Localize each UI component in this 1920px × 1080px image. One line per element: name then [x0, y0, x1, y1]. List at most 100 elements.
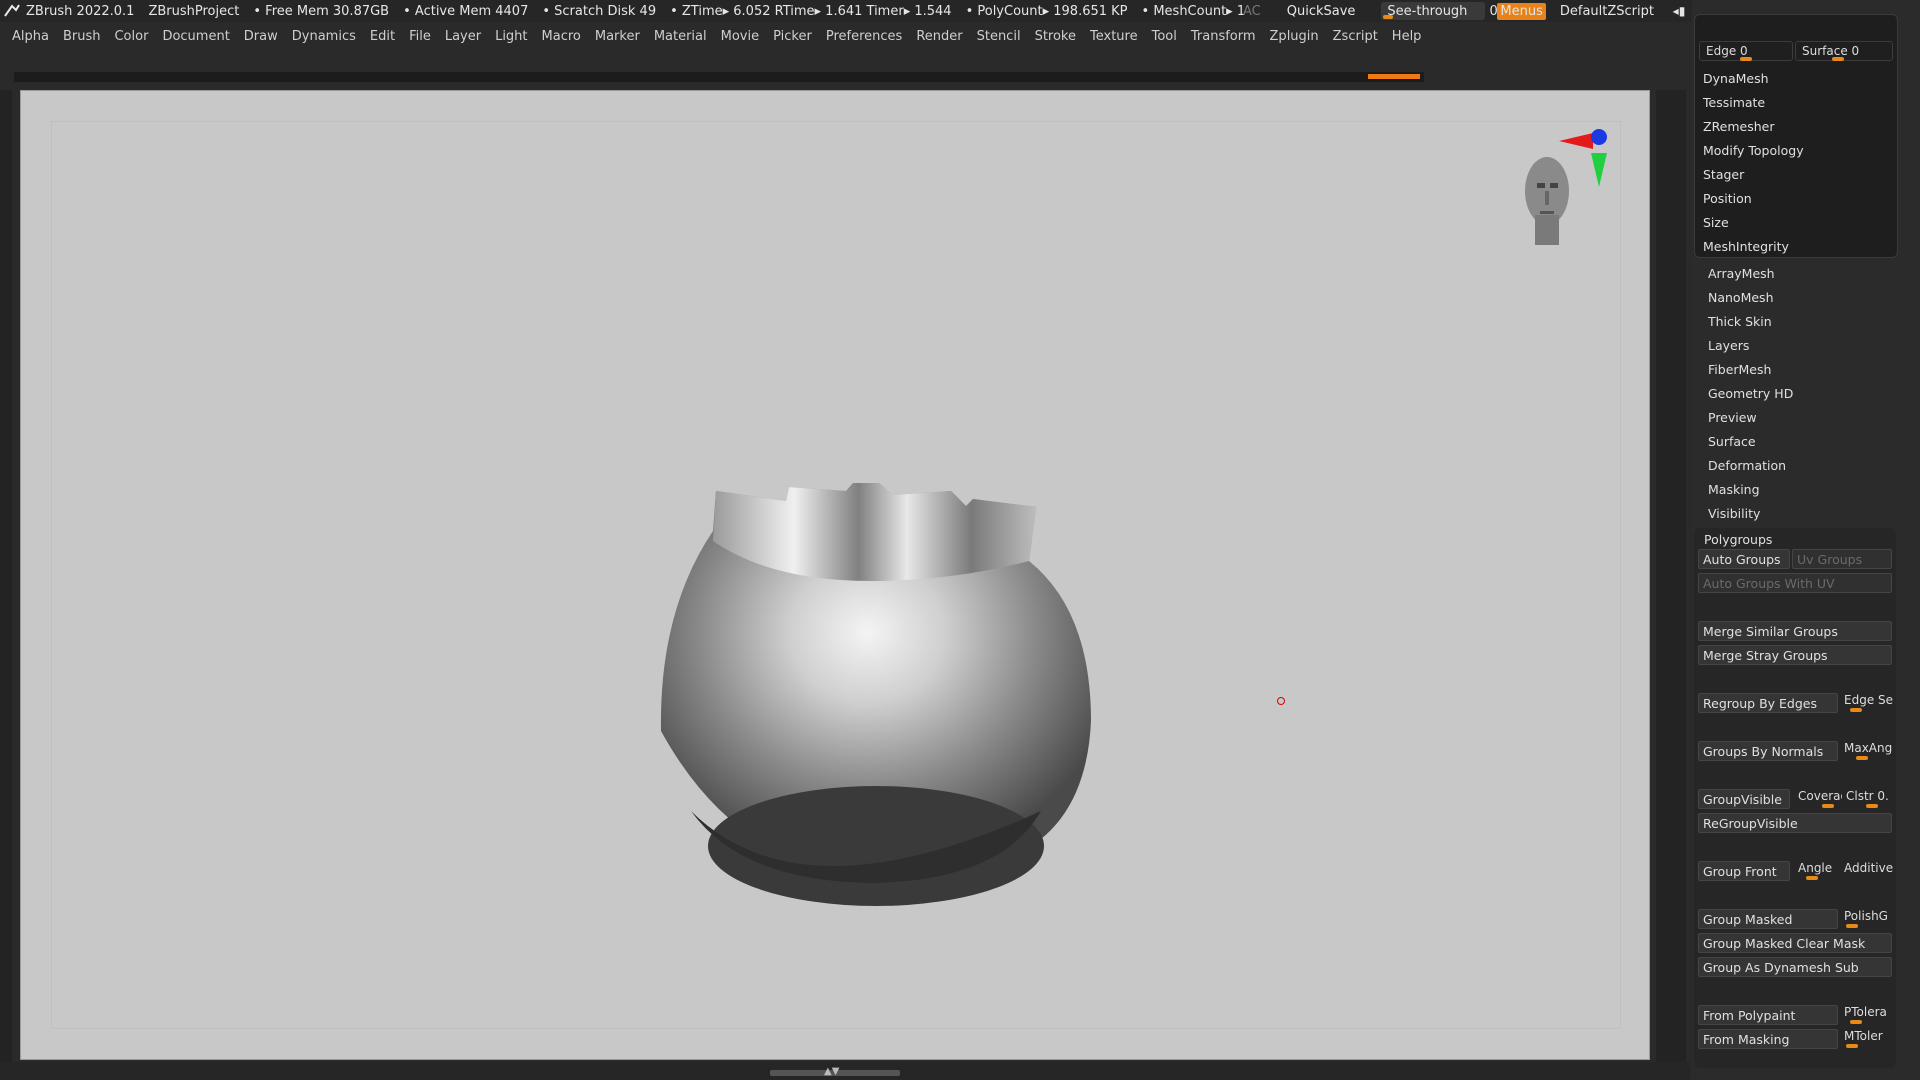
regroup-visible-button[interactable]: ReGroupVisible	[1698, 813, 1892, 833]
menu-layer[interactable]: Layer	[445, 29, 481, 44]
coverage-knob[interactable]	[1822, 804, 1834, 808]
merge-stray-groups-button[interactable]: Merge Stray Groups	[1698, 645, 1892, 665]
auto-groups-with-uv-button[interactable]: Auto Groups With UV	[1698, 573, 1892, 593]
group-masked-clear-mask-button[interactable]: Group Masked Clear Mask	[1698, 933, 1892, 953]
right-tray-strip[interactable]	[1656, 90, 1686, 1070]
menus-button[interactable]: Menus	[1497, 2, 1546, 20]
menu-transform[interactable]: Transform	[1191, 29, 1256, 44]
topology-item-modify-topology[interactable]: Modify Topology	[1703, 143, 1804, 158]
subpalette-preview[interactable]: Preview	[1708, 410, 1757, 425]
menu-help[interactable]: Help	[1392, 29, 1422, 44]
ac-label[interactable]: AC	[1243, 4, 1261, 19]
title-bar: ZBrush 2022.0.1 ZBrushProject • Free Mem…	[0, 0, 1920, 22]
subpalette-deformation[interactable]: Deformation	[1708, 458, 1786, 473]
expand-arrow-icon[interactable]: ▲▼	[824, 1066, 839, 1077]
subpalette-layers[interactable]: Layers	[1708, 338, 1749, 353]
mesh-vase-model[interactable]	[621, 391, 1181, 911]
menu-zscript[interactable]: Zscript	[1333, 29, 1378, 44]
merge-similar-groups-button[interactable]: Merge Similar Groups	[1698, 621, 1892, 641]
menu-macro[interactable]: Macro	[542, 29, 581, 44]
subpalette-visibility[interactable]: Visibility	[1708, 506, 1760, 521]
edge-slider[interactable]: Edge 0	[1699, 41, 1793, 61]
head-icon[interactable]	[1525, 157, 1569, 245]
angle-knob[interactable]	[1806, 876, 1818, 880]
angle-slider[interactable]: Angle	[1798, 861, 1838, 875]
topology-item-size[interactable]: Size	[1703, 215, 1729, 230]
from-masking-button[interactable]: From Masking	[1698, 1029, 1838, 1049]
seethrough-slider[interactable]: See-through 0	[1381, 2, 1498, 20]
polish-groups-slider[interactable]: PolishG	[1844, 909, 1894, 923]
menu-stroke[interactable]: Stroke	[1035, 29, 1076, 44]
mask-tolerance-knob[interactable]	[1846, 1044, 1858, 1048]
polygroups-title[interactable]: Polygroups	[1704, 532, 1772, 547]
cluster-knob[interactable]	[1866, 804, 1878, 808]
canvas-viewport[interactable]	[20, 90, 1650, 1060]
polypaint-tolerance-slider[interactable]: PTolera	[1844, 1005, 1894, 1019]
cluster-slider[interactable]: Clstr 0.	[1846, 789, 1892, 803]
menu-document[interactable]: Document	[162, 29, 229, 44]
left-tray-strip[interactable]	[0, 90, 12, 1070]
menu-zplugin[interactable]: Zplugin	[1270, 29, 1319, 44]
menu-texture[interactable]: Texture	[1090, 29, 1138, 44]
z-axis-ball[interactable]	[1591, 129, 1607, 145]
menu-light[interactable]: Light	[495, 29, 527, 44]
menu-file[interactable]: File	[409, 29, 431, 44]
groups-by-normals-button[interactable]: Groups By Normals	[1698, 741, 1838, 761]
topology-item-dynamesh[interactable]: DynaMesh	[1703, 71, 1769, 86]
subpalette-fibermesh[interactable]: FiberMesh	[1708, 362, 1771, 377]
group-visible-button[interactable]: GroupVisible	[1698, 789, 1790, 809]
menu-movie[interactable]: Movie	[721, 29, 759, 44]
menu-tool[interactable]: Tool	[1152, 29, 1177, 44]
auto-groups-button[interactable]: Auto Groups	[1698, 549, 1790, 569]
uv-groups-button[interactable]: Uv Groups	[1792, 549, 1892, 569]
from-polypaint-button[interactable]: From Polypaint	[1698, 1005, 1838, 1025]
y-axis-arrow[interactable]	[1591, 153, 1607, 187]
menu-draw[interactable]: Draw	[244, 29, 278, 44]
group-front-button[interactable]: Group Front	[1698, 861, 1790, 881]
subpalette-surface[interactable]: Surface	[1708, 434, 1756, 449]
seethrough-knob[interactable]	[1383, 15, 1394, 19]
maxangle-knob[interactable]	[1856, 756, 1868, 760]
group-masked-button[interactable]: Group Masked	[1698, 909, 1838, 929]
quicksave-button[interactable]: QuickSave	[1287, 4, 1356, 19]
edge-slider-knob[interactable]	[1740, 57, 1752, 61]
polish-groups-knob[interactable]	[1846, 924, 1858, 928]
menu-alpha[interactable]: Alpha	[12, 29, 49, 44]
menu-color[interactable]: Color	[114, 29, 148, 44]
menu-material[interactable]: Material	[654, 29, 707, 44]
polypaint-tolerance-knob[interactable]	[1850, 1020, 1862, 1024]
default-zscript-button[interactable]: DefaultZScript	[1560, 4, 1654, 19]
navigation-gizmo[interactable]	[1519, 119, 1609, 259]
topology-item-position[interactable]: Position	[1703, 191, 1752, 206]
subpalette-nanomesh[interactable]: NanoMesh	[1708, 290, 1774, 305]
group-as-dynamesh-sub-button[interactable]: Group As Dynamesh Sub	[1698, 957, 1892, 977]
subpalette-thick-skin[interactable]: Thick Skin	[1708, 314, 1772, 329]
geometry-topology-group: Edge 0 Surface 0 DynaMesh Tessimate ZRemes…	[1694, 14, 1898, 258]
menu-picker[interactable]: Picker	[773, 29, 812, 44]
menu-render[interactable]: Render	[916, 29, 962, 44]
menu-stencil[interactable]: Stencil	[977, 29, 1021, 44]
coverage-slider[interactable]: Coverag	[1798, 789, 1842, 803]
menu-marker[interactable]: Marker	[595, 29, 640, 44]
edge-sensitivity-knob[interactable]	[1850, 708, 1862, 712]
layout-prev-icon[interactable]: ◂▮	[1668, 4, 1690, 18]
x-axis-arrow[interactable]	[1559, 133, 1593, 149]
additive-toggle[interactable]: Additive	[1844, 861, 1894, 875]
topology-item-stager[interactable]: Stager	[1703, 167, 1744, 182]
menu-brush[interactable]: Brush	[63, 29, 101, 44]
topology-item-tessimate[interactable]: Tessimate	[1703, 95, 1765, 110]
subpalette-masking[interactable]: Masking	[1708, 482, 1760, 497]
topology-item-zremesher[interactable]: ZRemesher	[1703, 119, 1775, 134]
regroup-by-edges-button[interactable]: Regroup By Edges	[1698, 693, 1838, 713]
subpalette-arraymesh[interactable]: ArrayMesh	[1708, 266, 1775, 281]
menu-edit[interactable]: Edit	[370, 29, 395, 44]
menu-dynamics[interactable]: Dynamics	[292, 29, 356, 44]
menu-preferences[interactable]: Preferences	[826, 29, 902, 44]
surface-slider-knob[interactable]	[1832, 57, 1844, 61]
subpalette-geometry-hd[interactable]: Geometry HD	[1708, 386, 1793, 401]
surface-slider[interactable]: Surface 0	[1795, 41, 1893, 61]
topology-item-meshintegrity[interactable]: MeshIntegrity	[1703, 239, 1789, 254]
edge-sensitivity-slider[interactable]: Edge Se	[1844, 693, 1894, 707]
maxangle-slider[interactable]: MaxAng	[1844, 741, 1894, 755]
mask-tolerance-slider[interactable]: MToler	[1844, 1029, 1894, 1043]
